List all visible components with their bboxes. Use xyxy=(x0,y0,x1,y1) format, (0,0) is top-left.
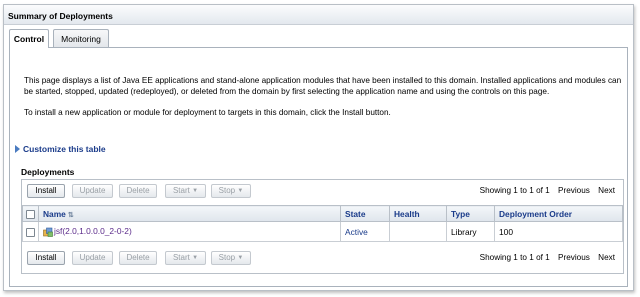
table-toolbar-top: Install Update Delete Start ▼ Stop ▼ Sho… xyxy=(22,184,623,206)
start-dropdown[interactable]: Start ▼ xyxy=(165,251,206,265)
update-button[interactable]: Update xyxy=(72,251,113,265)
customize-table-link[interactable]: Customize this table xyxy=(15,144,106,154)
table-header-row: Name ⇅ State Health Type Deployment Order xyxy=(22,205,623,222)
customize-table-label: Customize this table xyxy=(23,144,106,154)
stop-label: Stop xyxy=(218,186,236,195)
pager-status: Showing 1 to 1 of 1 xyxy=(479,186,550,195)
start-label: Start xyxy=(172,186,190,195)
tab-monitoring[interactable]: Monitoring xyxy=(53,29,109,47)
stop-dropdown[interactable]: Stop ▼ xyxy=(211,184,251,198)
health-cell xyxy=(389,221,447,242)
stop-dropdown[interactable]: Stop ▼ xyxy=(211,251,251,265)
table-toolbar-bottom: Install Update Delete Start ▼ Stop ▼ Sho… xyxy=(22,251,623,273)
delete-button[interactable]: Delete xyxy=(119,184,157,198)
pager-status: Showing 1 to 1 of 1 xyxy=(479,253,550,262)
next-link[interactable]: Next xyxy=(598,253,615,262)
column-header-state[interactable]: State xyxy=(340,205,390,222)
deployments-window: Summary of Deployments Control Monitorin… xyxy=(3,4,634,291)
column-header-type[interactable]: Type xyxy=(446,205,495,222)
window-title: Summary of Deployments xyxy=(8,11,113,21)
install-button[interactable]: Install xyxy=(27,251,65,265)
column-header-deployment-order[interactable]: Deployment Order xyxy=(494,205,623,222)
state-cell: Active xyxy=(340,221,390,242)
row-checkbox[interactable] xyxy=(26,227,35,237)
column-header-health[interactable]: Health xyxy=(389,205,447,222)
description-paragraph: This page displays a list of Java EE app… xyxy=(24,76,622,96)
title-bar: Summary of Deployments xyxy=(4,5,633,25)
pager: Showing 1 to 1 of 1 Previous Next xyxy=(474,253,615,262)
start-label: Start xyxy=(172,253,190,262)
install-instructions: To install a new application or module f… xyxy=(24,108,391,117)
expand-triangle-icon xyxy=(15,145,20,153)
delete-button[interactable]: Delete xyxy=(119,251,157,265)
chevron-down-icon: ▼ xyxy=(192,255,199,261)
type-cell: Library xyxy=(446,221,495,242)
deployments-table-container: Install Update Delete Start ▼ Stop ▼ Sho… xyxy=(21,179,624,274)
next-link[interactable]: Next xyxy=(598,186,615,195)
stop-label: Stop xyxy=(218,253,236,262)
table-row: jsf(2.0,1.0.0.0_2-0-2) Active Library 10… xyxy=(22,221,623,242)
tab-control[interactable]: Control xyxy=(9,29,49,48)
deployments-heading: Deployments xyxy=(21,167,75,177)
sort-icon[interactable]: ⇅ xyxy=(68,212,74,219)
deployment-name-link[interactable]: jsf(2.0,1.0.0.0_2-0-2) xyxy=(54,226,132,236)
chevron-down-icon: ▼ xyxy=(237,255,244,261)
select-all-header xyxy=(22,205,39,222)
install-button[interactable]: Install xyxy=(27,184,65,198)
pager: Showing 1 to 1 of 1 Previous Next xyxy=(474,186,615,195)
library-icon xyxy=(43,227,53,237)
select-all-checkbox[interactable] xyxy=(26,209,35,219)
chevron-down-icon: ▼ xyxy=(192,188,199,194)
column-header-name[interactable]: Name ⇅ xyxy=(38,205,341,222)
order-cell: 100 xyxy=(494,221,623,242)
previous-link[interactable]: Previous xyxy=(558,186,590,195)
control-panel: This page displays a list of Java EE app… xyxy=(9,47,628,287)
row-select-cell xyxy=(22,221,39,242)
previous-link[interactable]: Previous xyxy=(558,253,590,262)
name-cell: jsf(2.0,1.0.0.0_2-0-2) xyxy=(38,221,341,242)
update-button[interactable]: Update xyxy=(72,184,113,198)
start-dropdown[interactable]: Start ▼ xyxy=(165,184,206,198)
deployments-table: Name ⇅ State Health Type Deployment Order xyxy=(22,205,623,242)
chevron-down-icon: ▼ xyxy=(237,188,244,194)
